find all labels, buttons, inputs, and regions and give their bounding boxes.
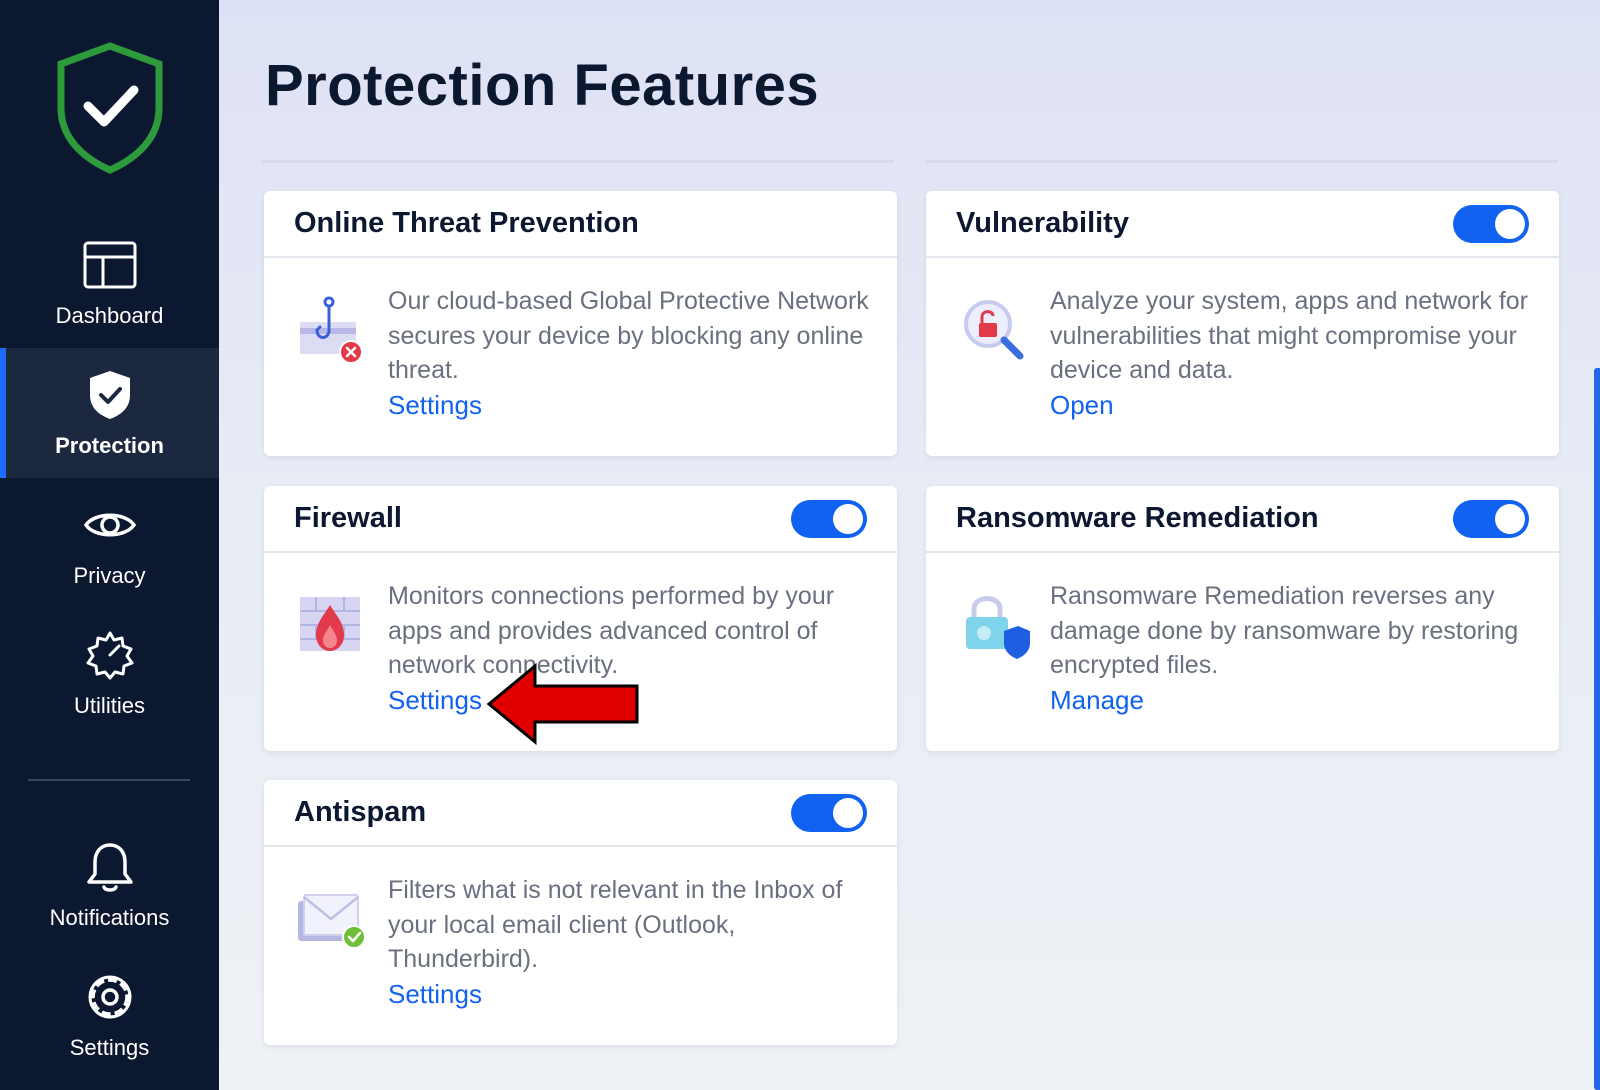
vulnerability-open-link[interactable]: Open [1050,390,1114,421]
antispam-envelope-icon [298,894,366,949]
toggle-knob [1495,208,1525,239]
card-title: Antispam [294,796,427,828]
card-body: Analyze your system, apps and network fo… [926,258,1559,454]
firewall-settings-link[interactable]: Settings [388,685,482,716]
sidebar-item-privacy[interactable]: Privacy [0,478,219,608]
card-header: Antispam [264,780,897,847]
card-header: Online Threat Prevention [264,191,897,258]
firewall-toggle[interactable] [791,499,867,538]
sidebar-item-label: Utilities [74,693,145,718]
sidebar-item-label: Protection [55,433,164,458]
ransomware-lock-icon [966,596,1030,659]
page-title: Protection Features [265,53,820,118]
card-description: Filters what is not relevant in the Inbo… [388,876,843,973]
card-title: Ransomware Remediation [956,502,1319,534]
vulnerability-toggle[interactable] [1453,204,1529,243]
sidebar-item-label: Privacy [73,563,146,588]
toggle-knob [833,503,863,534]
card-antispam: Antispam Filters what is not relevant in… [264,780,897,1045]
card-vulnerability: Vulnerability Analyze your system, apps … [926,191,1559,456]
sidebar-divider [28,779,190,781]
card-title: Online Threat Prevention [294,207,639,239]
firewall-icon [300,597,360,651]
card-title: Vulnerability [956,207,1129,239]
sidebar-item-utilities[interactable]: Utilities [0,608,219,738]
phishing-hook-icon [300,296,363,364]
sidebar: Dashboard Protection Privacy Utilities N… [0,0,219,1090]
card-ransomware-remediation: Ransomware Remediation Ransomware Remedi… [926,486,1559,751]
card-body: Filters what is not relevant in the Inbo… [264,847,897,1043]
sidebar-item-dashboard[interactable]: Dashboard [0,218,219,348]
sidebar-item-label: Notifications [49,905,170,930]
sidebar-item-settings[interactable]: Settings [0,950,219,1080]
sidebar-item-label: Dashboard [55,303,164,328]
vulnerability-magnifier-icon [964,300,1024,360]
antispam-toggle[interactable] [791,793,867,832]
antispam-settings-link[interactable]: Settings [388,979,482,1010]
sidebar-item-notifications[interactable]: Notifications [0,820,219,950]
card-header: Vulnerability [926,191,1559,258]
ransomware-toggle[interactable] [1453,499,1529,538]
shield-check-icon [82,367,138,423]
card-description: Analyze your system, apps and network fo… [1050,287,1529,384]
card-body: Ransomware Remediation reverses any dama… [926,553,1559,749]
card-header: Ransomware Remediation [926,486,1559,553]
bell-icon [82,839,138,895]
card-online-threat-prevention: Online Threat Prevention Our cloud-based… [264,191,897,456]
dashboard-icon [82,237,138,293]
card-body: Our cloud-based Global Protective Networ… [264,258,897,454]
ransomware-manage-link[interactable]: Manage [1050,685,1144,716]
card-header: Firewall [264,486,897,553]
shield-logo-icon [57,42,163,174]
red-arrow-annotation-icon [486,662,639,746]
eye-icon [82,497,138,553]
divider [261,160,894,163]
toggle-knob [833,797,863,828]
card-description: Ransomware Remediation reverses any dama… [1050,582,1519,679]
online-threat-settings-link[interactable]: Settings [388,390,482,421]
utilities-gauge-icon [82,627,138,683]
card-title: Firewall [294,502,402,534]
main-content: Protection Features Online Threat Preven… [219,0,1600,1090]
sidebar-item-label: Settings [69,1035,150,1060]
gear-icon [82,969,138,1025]
toggle-knob [1495,503,1525,534]
scrollbar-thumb[interactable] [1594,368,1600,1090]
sidebar-item-protection[interactable]: Protection [0,348,219,478]
card-description: Our cloud-based Global Protective Networ… [388,287,869,384]
divider [925,160,1558,163]
